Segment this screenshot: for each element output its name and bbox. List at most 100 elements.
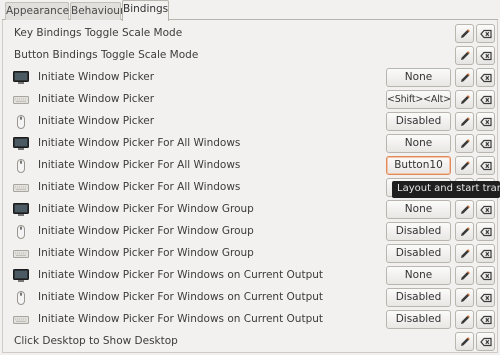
clear-binding-button[interactable] xyxy=(476,332,495,351)
clear-icon xyxy=(480,161,492,171)
pencil-icon xyxy=(461,315,470,324)
binding-value-button[interactable]: None xyxy=(386,266,451,285)
binding-row: Button Bindings Toggle Scale Mode xyxy=(3,45,499,67)
binding-row: Initiate Window Picker For Windows on Cu… xyxy=(3,287,499,309)
pencil-icon xyxy=(461,29,470,38)
binding-value-button[interactable]: Disabled xyxy=(386,112,451,131)
tab-bindings[interactable]: Bindings xyxy=(122,0,169,21)
mouse-icon xyxy=(13,115,29,129)
clear-icon xyxy=(480,227,492,237)
clear-icon xyxy=(480,271,492,281)
binding-value-button[interactable]: Disabled xyxy=(386,244,451,263)
clear-binding-button[interactable] xyxy=(476,222,495,241)
edit-binding-button[interactable] xyxy=(455,24,474,43)
binding-row: Initiate Window Picker For Window Group N… xyxy=(3,199,499,221)
clear-icon xyxy=(480,73,492,83)
clear-icon xyxy=(480,51,492,61)
binding-row: Initiate Window Picker Disabled xyxy=(3,111,499,133)
pencil-icon xyxy=(461,51,470,60)
clear-binding-button[interactable] xyxy=(476,200,495,219)
binding-value-button[interactable]: Disabled xyxy=(386,310,451,329)
screen-edge-icon xyxy=(13,269,29,283)
keyboard-icon xyxy=(13,181,29,195)
screen-edge-icon xyxy=(13,137,29,151)
binding-value-button[interactable]: None xyxy=(386,134,451,153)
pencil-icon xyxy=(461,293,470,302)
keyboard-icon xyxy=(13,93,29,107)
binding-label: Button Bindings Toggle Scale Mode xyxy=(14,49,199,61)
binding-value-button[interactable]: Button10 xyxy=(386,156,451,175)
binding-label: Initiate Window Picker For All Windows xyxy=(38,181,241,193)
edit-binding-button[interactable] xyxy=(455,134,474,153)
clear-binding-button[interactable] xyxy=(476,24,495,43)
binding-label: Initiate Window Picker xyxy=(38,115,155,127)
binding-label: Initiate Window Picker For Window Group xyxy=(38,247,254,259)
binding-value-button[interactable]: None xyxy=(386,200,451,219)
tooltip: Layout and start transfo xyxy=(392,181,500,198)
pencil-icon xyxy=(461,117,470,126)
pencil-icon xyxy=(461,161,470,170)
binding-label: Initiate Window Picker For Windows on Cu… xyxy=(38,313,324,325)
edit-binding-button[interactable] xyxy=(455,266,474,285)
binding-row: Initiate Window Picker For Window Group D… xyxy=(3,243,499,265)
pencil-icon xyxy=(461,139,470,148)
binding-row: Initiate Window Picker For Windows on Cu… xyxy=(3,265,499,287)
edit-binding-button[interactable] xyxy=(455,244,474,263)
clear-binding-button[interactable] xyxy=(476,68,495,87)
edit-binding-button[interactable] xyxy=(455,222,474,241)
tab-appearance[interactable]: Appearance xyxy=(5,2,69,20)
edit-binding-button[interactable] xyxy=(455,112,474,131)
pencil-icon xyxy=(461,337,470,346)
clear-binding-button[interactable] xyxy=(476,244,495,263)
clear-icon xyxy=(480,293,492,303)
clear-binding-button[interactable] xyxy=(476,156,495,175)
clear-icon xyxy=(480,315,492,325)
binding-label: Key Bindings Toggle Scale Mode xyxy=(14,27,183,39)
pencil-icon xyxy=(461,271,470,280)
clear-binding-button[interactable] xyxy=(476,46,495,65)
clear-binding-button[interactable] xyxy=(476,112,495,131)
clear-binding-button[interactable] xyxy=(476,134,495,153)
clear-binding-button[interactable] xyxy=(476,288,495,307)
mouse-icon xyxy=(13,291,29,305)
mouse-icon xyxy=(13,225,29,239)
screen-edge-icon xyxy=(13,203,29,217)
binding-label: Initiate Window Picker xyxy=(38,71,155,83)
mouse-icon xyxy=(13,159,29,173)
binding-label: Initiate Window Picker For Window Group xyxy=(38,225,254,237)
pencil-icon xyxy=(461,73,470,82)
edit-binding-button[interactable] xyxy=(455,332,474,351)
edit-binding-button[interactable] xyxy=(455,200,474,219)
clear-icon xyxy=(480,249,492,259)
binding-row: Initiate Window Picker For All Windows Bu… xyxy=(3,155,499,177)
binding-value-button[interactable]: Disabled xyxy=(386,288,451,307)
binding-row: Initiate Window Picker <Shift><Alt>Up xyxy=(3,89,499,111)
pencil-icon xyxy=(461,249,470,258)
screen-edge-icon xyxy=(13,71,29,85)
pencil-icon xyxy=(461,205,470,214)
binding-row: Initiate Window Picker For Windows on Cu… xyxy=(3,309,499,331)
edit-binding-button[interactable] xyxy=(455,90,474,109)
binding-label: Initiate Window Picker For Windows on Cu… xyxy=(38,291,324,303)
binding-label: Click Desktop to Show Desktop xyxy=(14,335,178,347)
edit-binding-button[interactable] xyxy=(455,46,474,65)
keyboard-icon xyxy=(13,313,29,327)
binding-label: Initiate Window Picker For All Windows xyxy=(38,159,241,171)
clear-binding-button[interactable] xyxy=(476,266,495,285)
tab-behaviour[interactable]: Behaviour xyxy=(70,2,124,20)
binding-value-button[interactable]: <Shift><Alt>Up xyxy=(386,90,451,109)
binding-value-button[interactable]: None xyxy=(386,68,451,87)
clear-icon xyxy=(480,95,492,105)
clear-icon xyxy=(480,139,492,149)
clear-binding-button[interactable] xyxy=(476,90,495,109)
edit-binding-button[interactable] xyxy=(455,288,474,307)
binding-row: Initiate Window Picker None xyxy=(3,67,499,89)
edit-binding-button[interactable] xyxy=(455,310,474,329)
binding-label: Initiate Window Picker xyxy=(38,93,155,105)
binding-value-button[interactable]: Disabled xyxy=(386,222,451,241)
edit-binding-button[interactable] xyxy=(455,68,474,87)
clear-binding-button[interactable] xyxy=(476,310,495,329)
binding-row: Click Desktop to Show Desktop xyxy=(3,331,499,353)
edit-binding-button[interactable] xyxy=(455,156,474,175)
binding-label: Initiate Window Picker For Windows on Cu… xyxy=(38,269,324,281)
